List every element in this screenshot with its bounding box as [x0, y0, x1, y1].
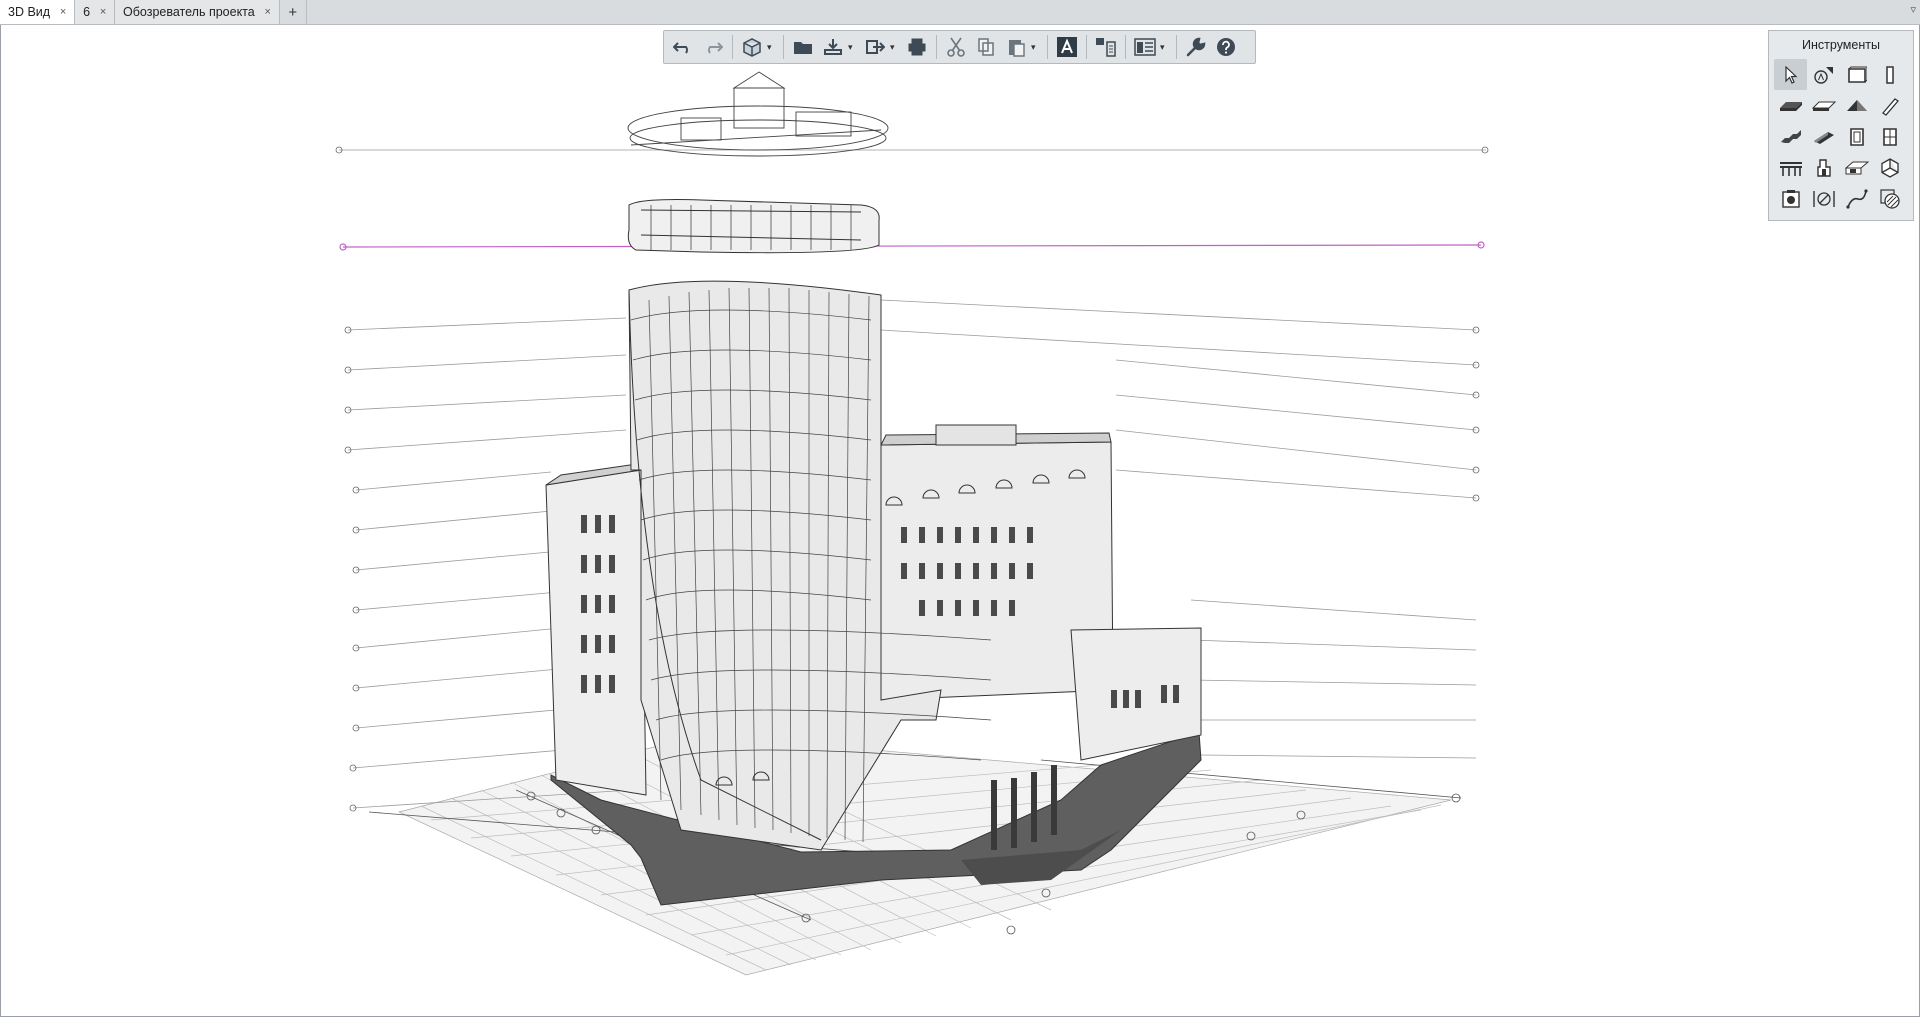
save-icon[interactable]	[820, 33, 846, 61]
tab-label: Обозреватель проекта	[123, 5, 255, 19]
redo-icon[interactable]	[700, 33, 726, 61]
door-icon[interactable]	[1840, 121, 1873, 152]
toolbar-separator	[1086, 35, 1087, 59]
paste-icon[interactable]	[1003, 33, 1029, 61]
railing-icon[interactable]	[1774, 152, 1807, 183]
dropdown-icon[interactable]: ▾	[890, 42, 900, 53]
tab-3d-view[interactable]: 3D Вид ×	[0, 0, 76, 24]
selected-level-line	[339, 241, 1485, 251]
dropdown-icon[interactable]: ▾	[767, 42, 777, 53]
slab-icon[interactable]	[1774, 90, 1807, 121]
floor-icon[interactable]	[1807, 90, 1840, 121]
shell-icon[interactable]	[1873, 152, 1906, 183]
toolbar-separator	[732, 35, 733, 59]
tools-panel-title: Инструменты	[1802, 38, 1880, 52]
dropdown-icon[interactable]: ▾	[1031, 42, 1041, 53]
tab-project-browser[interactable]: Обозреватель проекта ×	[115, 0, 280, 24]
opening-icon[interactable]	[1840, 152, 1873, 183]
layout-icon[interactable]	[1132, 33, 1158, 61]
tools-grid	[1769, 56, 1913, 214]
annotate-icon[interactable]	[1807, 59, 1840, 90]
window-icon[interactable]	[1873, 121, 1906, 152]
open-icon[interactable]	[790, 33, 816, 61]
select-arrow-icon[interactable]	[1774, 59, 1807, 90]
dimension-icon[interactable]	[1807, 183, 1840, 214]
copy-icon[interactable]	[973, 33, 999, 61]
ramp-icon[interactable]	[1807, 121, 1840, 152]
undo-icon[interactable]	[670, 33, 696, 61]
hatch-icon[interactable]	[1873, 183, 1906, 214]
export-icon[interactable]	[862, 33, 888, 61]
3d-view-icon[interactable]	[739, 33, 765, 61]
roof-pavilion	[627, 71, 889, 157]
close-icon[interactable]: ×	[58, 6, 68, 18]
close-icon[interactable]: ×	[263, 6, 273, 18]
main-toolbar: ▾ ▾ ▾ ▾ ▾	[663, 30, 1256, 64]
beam-icon[interactable]	[1873, 90, 1906, 121]
wall-icon[interactable]	[1840, 59, 1873, 90]
toolbar-separator	[783, 35, 784, 59]
print-icon[interactable]	[904, 33, 930, 61]
3d-model-canvas[interactable]	[1, 25, 1919, 1016]
stair-icon[interactable]	[1774, 121, 1807, 152]
add-tab-button[interactable]: +	[280, 0, 307, 24]
roof-icon[interactable]	[1840, 90, 1873, 121]
toolbar-separator	[1047, 35, 1048, 59]
line-icon[interactable]	[1840, 183, 1873, 214]
column-icon[interactable]	[1873, 59, 1906, 90]
dropdown-icon[interactable]: ▾	[848, 42, 858, 53]
3d-viewport[interactable]	[0, 25, 1920, 1017]
tools-panel: Инструменты	[1768, 30, 1914, 221]
toolbar-separator	[1125, 35, 1126, 59]
tab-label: 6	[83, 5, 91, 19]
tab-6[interactable]: 6 ×	[75, 0, 116, 24]
cut-icon[interactable]	[943, 33, 969, 61]
text-style-icon[interactable]	[1054, 33, 1080, 61]
top-floor-frame	[627, 199, 880, 254]
close-icon[interactable]: ×	[98, 6, 108, 18]
tab-bar: 3D Вид × 6 × Обозреватель проекта × + ▿	[0, 0, 1920, 25]
help-icon[interactable]	[1213, 33, 1239, 61]
settings-wrench-icon[interactable]	[1183, 33, 1209, 61]
dropdown-icon[interactable]: ▾	[1160, 42, 1170, 53]
toolbar-separator	[936, 35, 937, 59]
toolbar-separator	[1176, 35, 1177, 59]
section-icon[interactable]	[1774, 183, 1807, 214]
tab-label: 3D Вид	[8, 5, 51, 19]
tab-menu-icon[interactable]: ▿	[1910, 3, 1916, 16]
object-icon[interactable]	[1807, 152, 1840, 183]
properties-icon[interactable]	[1093, 33, 1119, 61]
